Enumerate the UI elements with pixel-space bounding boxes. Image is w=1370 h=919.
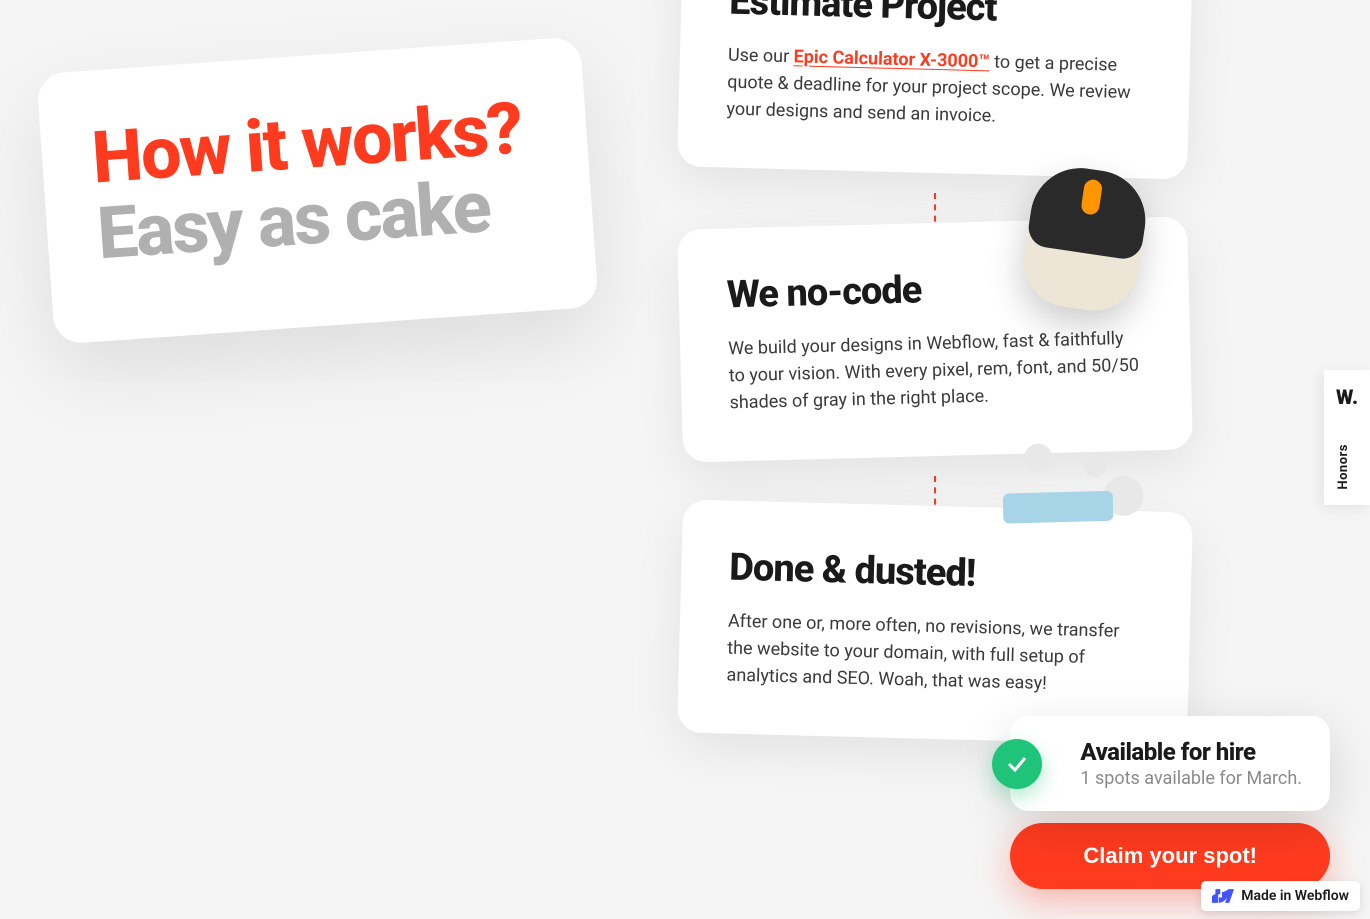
webflow-icon [1212,889,1234,903]
pencil-icon [1030,0,1163,46]
step-text: Use our Epic Calculator X-3000™ to get a… [726,42,1142,134]
honors-tab[interactable]: W. Honors [1324,370,1370,505]
step-text: We build your designs in Webflow, fast &… [728,325,1144,417]
honors-label: Honors [1336,444,1351,490]
webflow-badge[interactable]: Made in Webflow [1201,881,1360,911]
webflow-badge-text: Made in Webflow [1241,888,1349,904]
claim-spot-button[interactable]: Claim your spot! [1010,823,1330,889]
awwwards-logo: W. [1336,385,1358,409]
availability-card: Available for hire 1 spots available for… [1010,716,1330,811]
cta-title: Available for hire [1080,738,1302,766]
steps-column: Estimate Project Use our Epic Calculator… [680,0,1190,779]
step-text-before: Use our [728,45,794,68]
step-text: After one or, more often, no revisions, … [726,608,1142,700]
step-card-nocode: We no-code We build your designs in Webf… [677,216,1193,462]
cta-subtitle: 1 spots available for March. [1080,768,1302,789]
cloud-icon [1030,479,1163,612]
check-icon [992,739,1042,789]
how-it-works-card: How it works? Easy as cake [36,36,599,345]
mouse-icon [1026,187,1159,320]
step-card-done: Done & dusted! After one or, more often,… [677,499,1193,745]
calculator-link[interactable]: Epic Calculator X-3000™ [793,46,990,72]
cta-widget: Available for hire 1 spots available for… [1010,716,1330,889]
step-card-estimate: Estimate Project Use our Epic Calculator… [677,0,1193,180]
